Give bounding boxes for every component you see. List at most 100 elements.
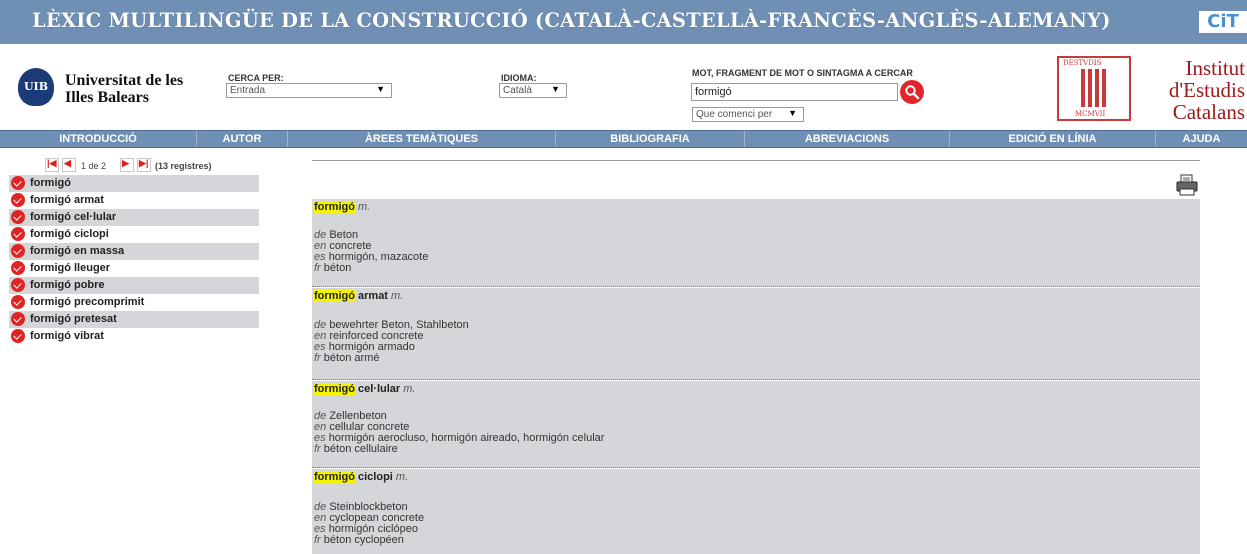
chevron-circle-icon [11,329,25,343]
prev-page-button[interactable]: ◀ [62,158,76,172]
entry-highlight: formigó [314,201,355,213]
menu-abreviacions[interactable]: ABREVIACIONS [745,131,950,147]
entry-highlight: formigó [314,383,355,395]
first-page-button[interactable]: |◀ [45,158,59,172]
menu-bibliografia[interactable]: BIBLIOGRAFIA [556,131,745,147]
list-item-label: formigó vibrat [30,330,104,342]
idioma-select[interactable]: Català ▼ [499,83,567,98]
translation-fr: fr béton [314,263,351,274]
iec-seal-top-text: DESTVDIS [1063,59,1102,67]
list-item-label: formigó [30,177,71,189]
entry-headword-rest: armat [354,290,388,302]
translation-fr: fr béton cellulaire [314,444,398,455]
page-indicator: 1 de 2 [81,161,107,171]
menu-edicio-en-linia[interactable]: EDICIÓ EN LÍNIA [950,131,1156,147]
language-code: fr [314,262,321,274]
iec-name-line2: d'Estudis [1168,78,1245,102]
cerca-per-select[interactable]: Entrada ▼ [226,83,392,98]
last-page-button[interactable]: ▶| [137,158,151,172]
list-item-label: formigó armat [30,194,104,206]
content-divider [312,160,1200,161]
entry-headword: formigó cel·lular m. [314,383,416,395]
list-item[interactable]: formigó lleuger [9,260,259,277]
list-item[interactable]: formigó pobre [9,277,259,294]
translation-fr: fr béton armé [314,353,379,364]
iec-name[interactable]: Institut d'Estudis Catalans [1134,57,1245,123]
list-item-label: formigó en massa [30,245,125,257]
entry-headword-rest: ciclopi [354,471,393,483]
search-mode-value: Que comenci per [696,109,773,120]
list-item-label: formigó precomprimit [30,296,145,308]
entry-highlight: formigó [314,290,355,302]
chevron-circle-icon [11,278,25,292]
main-menu: INTRODUCCIÓ AUTOR ÀREES TEMÀTIQUES BIBLI… [0,130,1247,148]
list-item[interactable]: formigó vibrat [9,328,259,345]
chevron-down-icon: ▼ [551,84,560,94]
list-item[interactable]: formigó pretesat [9,311,259,328]
translation-text: béton armé [323,352,380,364]
dictionary-entry: formigó armat m. de bewehrter Beton, Sta… [312,288,1200,380]
cerca-per-label: CERCA PER: [228,73,284,83]
list-item[interactable]: formigó ciclopi [9,226,259,243]
language-code: fr [314,534,321,546]
list-item-label: formigó lleuger [30,262,111,274]
list-item-label: formigó pretesat [30,313,117,325]
translation-text: béton cyclopéen [323,534,404,546]
list-item[interactable]: formigó en massa [9,243,259,260]
uib-name[interactable]: Universitat de les Illes Balears [65,72,183,106]
language-code: fr [314,443,321,455]
list-item[interactable]: formigó precomprimit [9,294,259,311]
search-input[interactable]: formigó [691,83,898,101]
cit-logo[interactable]: CiT [1199,11,1247,33]
iec-name-line3: Catalans [1172,100,1245,124]
iec-seal-bottom-text: MCMVII [1075,110,1106,118]
entry-headword: formigó ciclopi m. [314,471,409,483]
iec-seal-logo[interactable]: DESTVDIS MCMVII [1057,56,1131,121]
translation-text: béton cellulaire [323,443,398,455]
menu-introduccio[interactable]: INTRODUCCIÓ [0,131,197,147]
list-item[interactable]: formigó cel·lular [9,209,259,226]
menu-arees-tematiques[interactable]: ÀREES TEMÀTIQUES [288,131,556,147]
entry-gram: m. [395,471,409,483]
search-mode-select[interactable]: Que comenci per ▼ [692,107,804,122]
entry-gram: m. [403,383,416,395]
record-count: (13 registres) [155,161,212,171]
chevron-circle-icon [11,261,25,275]
uib-name-line1: Universitat de les [65,72,184,89]
dictionary-entry: formigó ciclopi m. de Steinblockbeton en… [312,469,1200,554]
chevron-circle-icon [11,176,25,190]
uib-name-line2: Illes Balears [65,89,149,106]
chevron-circle-icon [11,193,25,207]
list-item-label: formigó pobre [30,279,105,291]
uib-logo-text: UIB [23,80,49,93]
list-item[interactable]: formigó armat [9,192,259,209]
translation-fr: fr béton cyclopéen [314,535,404,546]
search-button[interactable] [900,80,924,104]
list-item-label: formigó cel·lular [30,211,117,223]
next-page-icon: ▶ [122,158,129,168]
page-title: LÈXIC MULTILINGÜE DE LA CONSTRUCCIÓ (CAT… [32,9,1111,32]
prev-page-icon: ◀ [64,158,71,168]
idioma-value: Català [503,85,532,96]
iec-name-line1: Institut [1185,56,1245,80]
list-item-label: formigó ciclopi [30,228,109,240]
results-list: formigó formigó armat formigó cel·lular … [9,175,259,345]
translation-text: béton [323,262,352,274]
next-page-button[interactable]: ▶ [120,158,134,172]
first-page-icon: |◀ [47,158,57,168]
uib-logo-icon[interactable]: UIB [18,68,54,106]
entry-headword: formigó m. [314,201,371,213]
chevron-circle-icon [11,210,25,224]
chevron-circle-icon [11,312,25,326]
entry-gram: m. [358,201,371,213]
menu-autor[interactable]: AUTOR [197,131,288,147]
printer-icon[interactable] [1176,174,1198,196]
entry-highlight: formigó [314,471,355,483]
list-item[interactable]: formigó [9,175,259,192]
chevron-down-icon: ▼ [788,108,797,118]
menu-ajuda[interactable]: AJUDA [1156,131,1247,147]
chevron-down-icon: ▼ [376,84,385,94]
entry-headword-rest: cel·lular [354,383,401,395]
search-icon [905,85,920,100]
dictionary-entry: formigó cel·lular m. de Zellenbeton en c… [312,381,1200,468]
